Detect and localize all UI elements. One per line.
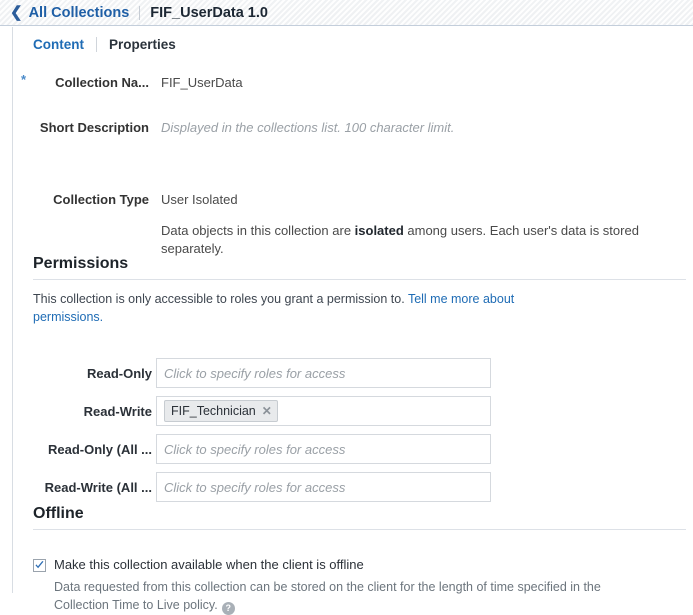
help-icon[interactable]: ? [221, 602, 235, 615]
read-write-roles-input[interactable]: FIF_Technician ✕ [156, 396, 491, 426]
permission-row-read-only-all: Read-Only (All ... Click to specify role… [13, 430, 693, 468]
read-write-all-placeholder: Click to specify roles for access [164, 479, 346, 495]
role-chip-label: FIF_Technician [171, 404, 256, 418]
permission-row-read-write: Read-Write FIF_Technician ✕ [13, 392, 693, 430]
read-only-all-label: Read-Only (All ... [47, 441, 152, 457]
read-only-all-placeholder: Click to specify roles for access [164, 441, 346, 457]
offline-available-label: Make this collection available when the … [54, 557, 364, 572]
collection-name-label-text: Collection Na... [55, 75, 149, 90]
read-only-all-roles-input[interactable]: Click to specify roles for access [156, 434, 491, 464]
permission-rows: Read-Only Click to specify roles for acc… [13, 354, 693, 506]
permissions-intro-text: This collection is only accessible to ro… [33, 292, 408, 306]
role-chip-fif-technician[interactable]: FIF_Technician ✕ [164, 400, 278, 422]
tab-divider [96, 36, 97, 52]
offline-note: Data requested from this collection can … [54, 578, 614, 615]
breadcrumb-all-collections-link[interactable]: All Collections [29, 5, 130, 21]
offline-checkbox-row[interactable]: Make this collection available when the … [33, 557, 673, 573]
read-write-label: Read-Write [83, 403, 152, 419]
read-write-all-label: Read-Write (All ... [44, 479, 152, 495]
read-only-label: Read-Only [86, 365, 152, 381]
permissions-divider [33, 279, 686, 280]
offline-note-text: Data requested from this collection can … [54, 580, 601, 613]
collection-type-value: User Isolated [161, 192, 238, 207]
permission-row-read-write-all: Read-Write (All ... Click to specify rol… [13, 468, 693, 506]
collection-name-row: * Collection Na... FIF_UserData [13, 72, 693, 90]
permissions-section: Permissions This collection is only acce… [33, 255, 693, 326]
collection-type-label: Collection Type [53, 192, 149, 207]
offline-section: Offline [33, 505, 693, 530]
collection-name-value[interactable]: FIF_UserData [161, 75, 243, 90]
tab-content[interactable]: Content [33, 37, 84, 52]
permission-row-read-only: Read-Only Click to specify roles for acc… [13, 354, 693, 392]
content-panel: Content Properties * Collection Na... FI… [12, 27, 693, 615]
collection-type-description-prefix: Data objects in this collection are [161, 223, 355, 238]
offline-heading: Offline [33, 505, 84, 522]
tab-properties[interactable]: Properties [109, 37, 176, 52]
collection-type-row: Collection Type User Isolated [13, 192, 693, 207]
tab-bar: Content Properties [13, 27, 693, 61]
read-only-placeholder: Click to specify roles for access [164, 365, 346, 381]
permissions-intro: This collection is only accessible to ro… [33, 290, 533, 326]
collection-type-description-emphasis: isolated [354, 223, 404, 238]
collection-type-description-row: Data objects in this collection are isol… [13, 222, 693, 258]
read-write-all-roles-input[interactable]: Click to specify roles for access [156, 472, 491, 502]
close-icon[interactable]: ✕ [262, 405, 272, 417]
short-description-label: Short Description [39, 120, 149, 135]
collection-type-description: Data objects in this collection are isol… [161, 222, 693, 258]
short-description-row: Short Description Displayed in the colle… [13, 120, 693, 135]
offline-divider [33, 529, 686, 530]
permissions-heading: Permissions [33, 255, 129, 272]
short-description-input[interactable]: Displayed in the collections list. 100 c… [161, 120, 454, 135]
page-title: FIF_UserData 1.0 [150, 4, 268, 21]
offline-settings: Make this collection available when the … [33, 557, 673, 615]
collection-name-label: * Collection Na... [13, 72, 149, 90]
read-only-roles-input[interactable]: Click to specify roles for access [156, 358, 491, 388]
offline-available-checkbox[interactable] [33, 559, 46, 572]
breadcrumb-divider [139, 5, 141, 20]
required-asterisk-icon: * [21, 72, 27, 87]
chevron-left-icon[interactable]: ❮ [10, 5, 23, 20]
breadcrumb-bar: ❮ All Collections FIF_UserData 1.0 [0, 0, 693, 26]
